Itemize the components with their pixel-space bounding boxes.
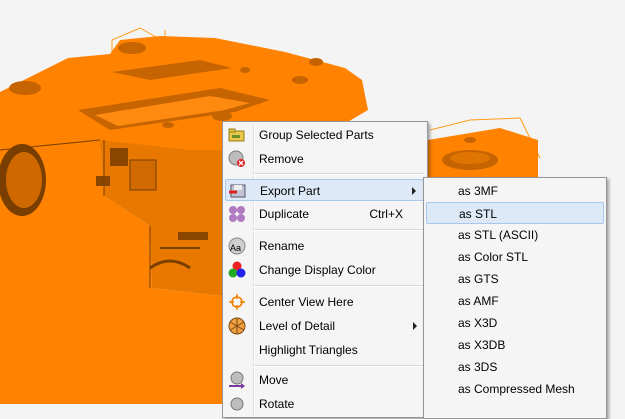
menu-item-label: Rename xyxy=(259,239,305,253)
menu-item-label: Export Part xyxy=(260,184,321,198)
menu-item-label: Duplicate xyxy=(259,207,310,221)
menu-item-group-selected-parts[interactable]: Group Selected Parts xyxy=(225,124,425,146)
submenu-item-label: as STL xyxy=(459,207,498,221)
shortcut-label: Ctrl+X xyxy=(369,207,403,221)
rotate-icon xyxy=(230,397,244,411)
export-icon xyxy=(229,184,246,198)
menu-item-label: Highlight Triangles xyxy=(259,343,358,357)
submenu-item-x3db[interactable]: as X3DB xyxy=(426,334,604,356)
level-of-detail-icon xyxy=(228,317,246,335)
menu-separator xyxy=(253,285,424,287)
menu-item-label: Level of Detail xyxy=(259,319,336,333)
submenu-item-3ds[interactable]: as 3DS xyxy=(426,356,604,378)
move-icon xyxy=(229,371,245,389)
group-folder-icon xyxy=(228,128,245,142)
center-target-icon xyxy=(229,294,245,310)
menu-item-center-view-here[interactable]: Center View Here xyxy=(225,291,425,313)
menu-item-change-display-color[interactable]: Change Display Color xyxy=(225,259,425,281)
remove-icon xyxy=(228,150,245,167)
menu-item-export-part[interactable]: Export Part xyxy=(225,179,425,201)
submenu-item-label: as Color STL xyxy=(458,250,529,264)
submenu-item-label: as X3D xyxy=(458,316,498,330)
menu-separator xyxy=(253,229,424,231)
submenu-item-3mf[interactable]: as 3MF xyxy=(426,180,604,202)
menu-item-level-of-detail[interactable]: Level of Detail xyxy=(225,315,425,337)
menu-item-rename[interactable]: Aa Rename xyxy=(225,235,425,257)
menu-item-remove[interactable]: Remove xyxy=(225,148,425,170)
menu-item-label: Change Display Color xyxy=(259,263,376,277)
submenu-arrow-icon xyxy=(413,322,417,330)
svg-text:Aa: Aa xyxy=(230,243,241,253)
export-submenu: as 3MF as STL as STL (ASCII) as Color ST… xyxy=(423,177,607,419)
color-icon xyxy=(228,261,246,278)
submenu-arrow-icon xyxy=(412,187,416,195)
menu-item-rotate[interactable]: Rotate xyxy=(225,393,425,415)
context-menu: Group Selected Parts Remove Export Part … xyxy=(222,121,428,418)
submenu-item-label: as GTS xyxy=(458,272,499,286)
menu-item-label: Remove xyxy=(259,152,304,166)
menu-separator xyxy=(253,365,424,367)
submenu-item-label: as STL (ASCII) xyxy=(458,228,539,242)
submenu-item-label: as 3DS xyxy=(458,360,498,374)
menu-item-move[interactable]: Move xyxy=(225,369,425,391)
menu-separator xyxy=(253,173,424,175)
submenu-item-amf[interactable]: as AMF xyxy=(426,290,604,312)
menu-item-label: Rotate xyxy=(259,397,295,411)
submenu-item-stl-ascii[interactable]: as STL (ASCII) xyxy=(426,224,604,246)
submenu-item-color-stl[interactable]: as Color STL xyxy=(426,246,604,268)
submenu-item-label: as X3DB xyxy=(458,338,506,352)
submenu-item-stl[interactable]: as STL xyxy=(426,202,604,224)
submenu-item-label: as Compressed Mesh xyxy=(458,382,575,396)
submenu-item-label: as AMF xyxy=(458,294,499,308)
menu-item-duplicate[interactable]: Duplicate Ctrl+X xyxy=(225,203,425,225)
submenu-item-x3d[interactable]: as X3D xyxy=(426,312,604,334)
menu-item-label: Group Selected Parts xyxy=(259,128,374,142)
submenu-item-compressed-mesh[interactable]: as Compressed Mesh xyxy=(426,378,604,400)
rename-icon: Aa xyxy=(228,237,246,255)
menu-item-label: Center View Here xyxy=(259,295,354,309)
duplicate-icon xyxy=(229,206,245,222)
menu-item-label: Move xyxy=(259,373,289,387)
submenu-item-label: as 3MF xyxy=(458,184,499,198)
menu-item-highlight-triangles[interactable]: Highlight Triangles xyxy=(225,339,425,361)
submenu-item-gts[interactable]: as GTS xyxy=(426,268,604,290)
